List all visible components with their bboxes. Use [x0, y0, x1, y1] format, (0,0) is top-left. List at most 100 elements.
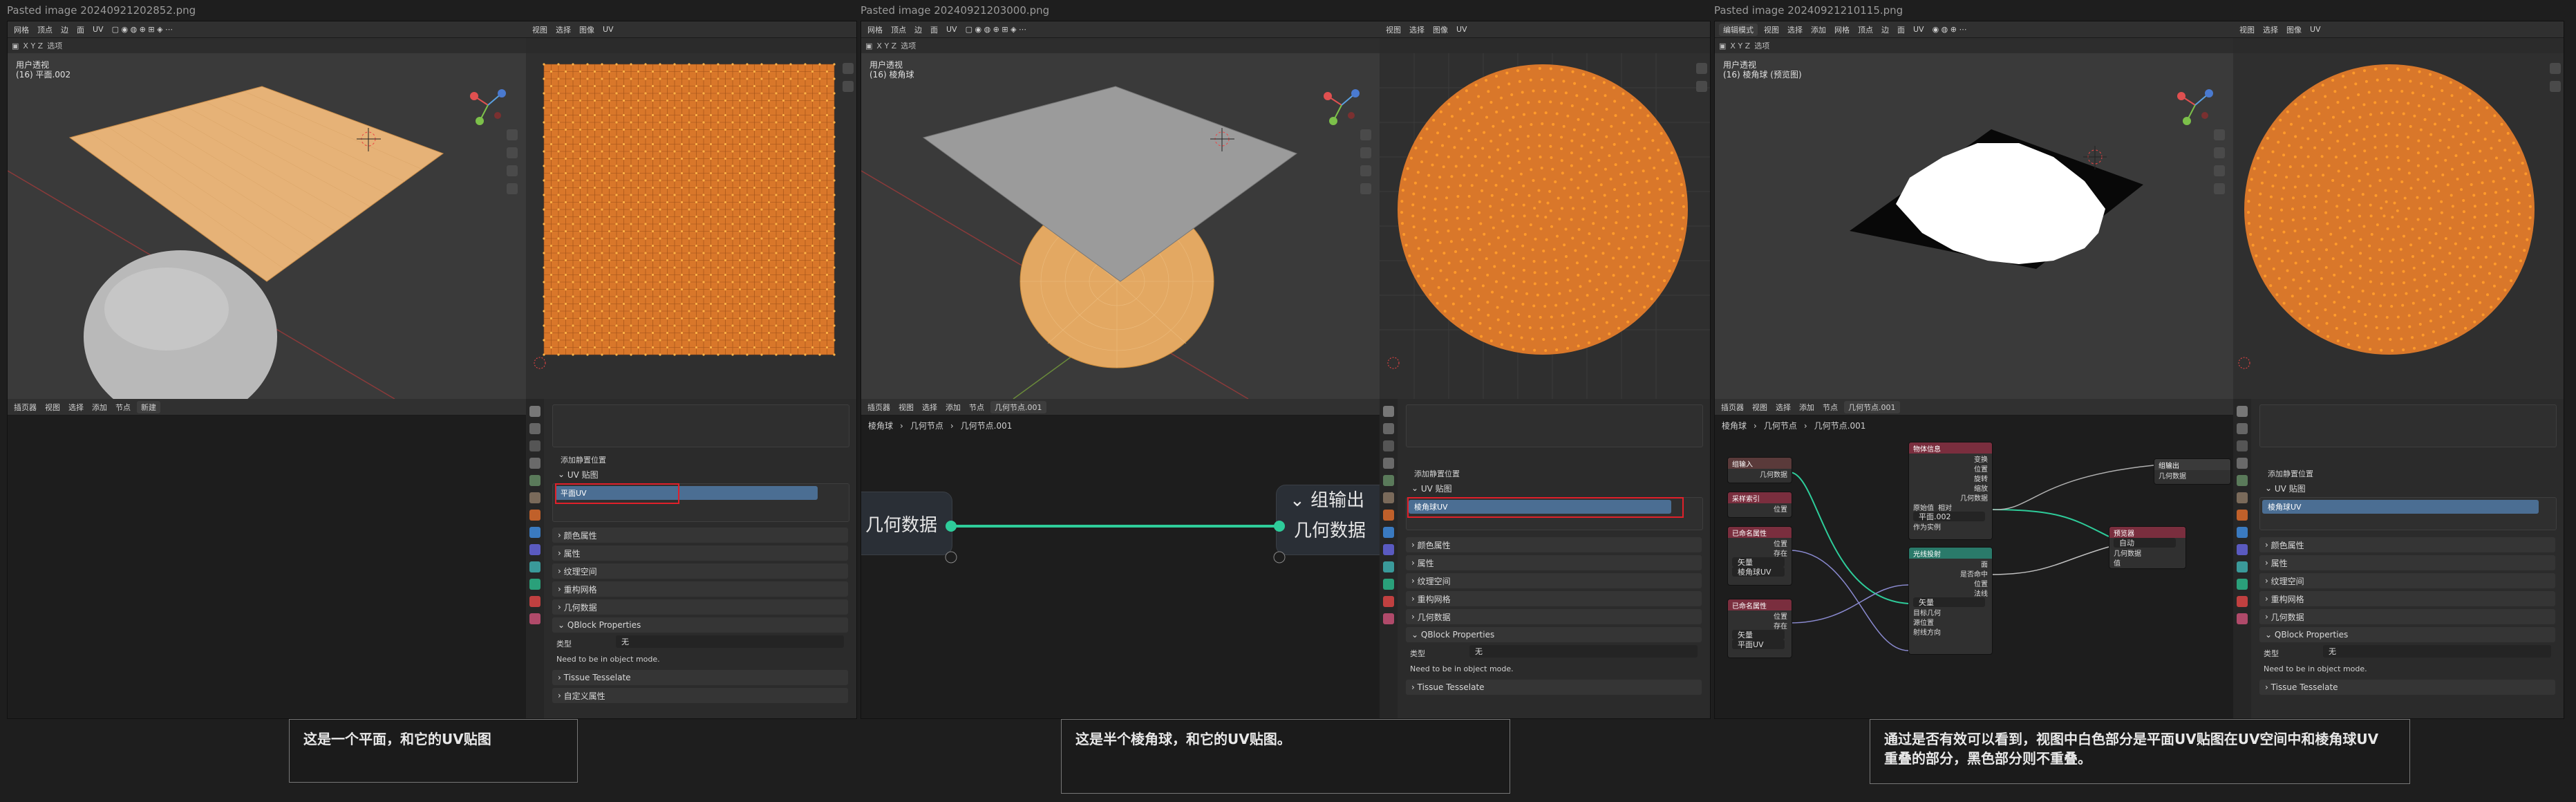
menu-uv[interactable]: UV	[944, 25, 959, 34]
attributes-section[interactable]: › 属性	[2259, 555, 2555, 570]
menu-select[interactable]: 选择	[66, 402, 86, 413]
menu-face[interactable]: 面	[1895, 24, 1907, 35]
menu-node[interactable]: 节点	[1821, 402, 1840, 413]
uv-nav-icons[interactable]	[840, 63, 856, 92]
uv-menu-uv[interactable]: UV	[601, 25, 616, 34]
qblock-section[interactable]: ⌄ QBlock Properties	[2259, 627, 2555, 642]
type-select[interactable]: 无	[1469, 645, 1698, 658]
add-rest-position[interactable]: 添加静置位置	[1414, 468, 1460, 479]
uv-menu-select[interactable]: 选择	[554, 24, 573, 35]
name-field[interactable]: 平面UV	[1732, 640, 1785, 649]
toolbar-icons[interactable]: ▢ ◉ ◍ ⊕ ⊞ ◈ ⋯	[963, 25, 1028, 34]
texture-space-section[interactable]: › 纹理空间	[1406, 573, 1702, 588]
properties-tabs[interactable]	[1380, 399, 1398, 718]
uv-editor[interactable]	[2233, 53, 2564, 399]
geometry-node-editor[interactable]: 棱角球 › 几何节点 › 几何节点.001 组输入 几何数据 采样索引 位置 已…	[1715, 416, 2233, 718]
menu-add[interactable]: 添加	[943, 402, 963, 413]
axis-xyz[interactable]: X Y Z	[1730, 41, 1750, 50]
menu-edge[interactable]: 边	[912, 24, 924, 35]
uv-maps-section[interactable]: ⌄ UV 贴图	[1406, 481, 1702, 496]
editor-type[interactable]: 插页器	[12, 402, 39, 413]
cursor-icon[interactable]: ▣	[1719, 41, 1726, 50]
geometry-node-editor[interactable]: 棱角球 › 几何节点 › 几何节点.001 几何数据 ⌄ 组输出 几何数据	[861, 416, 1380, 718]
options-dropdown[interactable]: 选项	[47, 40, 62, 51]
tissue-section[interactable]: › Tissue Tesselate	[1406, 680, 1702, 695]
menu-uv[interactable]: UV	[91, 25, 106, 34]
uv-maps-section[interactable]: ⌄ UV 贴图	[552, 467, 848, 482]
texture-space-section[interactable]: › 纹理空间	[552, 563, 848, 579]
shape-keys-list[interactable]	[2259, 404, 2557, 447]
uv-menu-view[interactable]: 视图	[2237, 24, 2257, 35]
menu-face[interactable]: 面	[75, 24, 86, 35]
menu-uv[interactable]: UV	[1911, 25, 1926, 34]
shape-keys-list[interactable]	[1406, 404, 1703, 447]
remesh-section[interactable]: › 重构网格	[2259, 591, 2555, 606]
add-rest-position[interactable]: 添加静置位置	[2268, 468, 2313, 479]
options-dropdown[interactable]: 选项	[1754, 40, 1769, 51]
uv-menu-view[interactable]: 视图	[1384, 24, 1403, 35]
named-attribute-node-1[interactable]: 已命名属性 位置 存在 矢量 棱角球UV	[1727, 526, 1792, 586]
uv-menu-uv[interactable]: UV	[2308, 25, 2323, 34]
as-instance-checkbox[interactable]: 作为实例	[1909, 521, 1992, 532]
viewer-node[interactable]: 预览器 自动 几何数据 值	[2109, 526, 2186, 569]
uv-map-slot[interactable]: 棱角球UV	[2262, 500, 2539, 514]
menu-mesh[interactable]: 网格	[12, 24, 31, 35]
uv-menu-uv[interactable]: UV	[1454, 25, 1469, 34]
object-info-node[interactable]: 物体信息 变换 位置 旋转 缩放 几何数据 原始值 相对 平面.002 作为实例	[1908, 442, 1993, 540]
menu-select[interactable]: 选择	[1785, 24, 1805, 35]
name-field[interactable]: 棱角球UV	[1732, 567, 1785, 577]
editor-type[interactable]: 插页器	[1719, 402, 1746, 413]
menu-add[interactable]: 添加	[1809, 24, 1828, 35]
domain-select[interactable]: 自动	[2114, 538, 2176, 548]
menu-view[interactable]: 视图	[43, 402, 62, 413]
new-button[interactable]: 新建	[137, 400, 160, 413]
toolbar-icons[interactable]: ◉ ◍ ⊕ ⋯	[1930, 25, 1969, 34]
geometry-data-section[interactable]: › 几何数据	[2259, 609, 2555, 624]
group-output-node[interactable]: 组输出 几何数据	[2154, 458, 2231, 485]
menu-face[interactable]: 面	[928, 24, 940, 35]
type-select[interactable]: 无	[616, 635, 844, 648]
axis-xyz[interactable]: X Y Z	[876, 41, 896, 50]
cursor-icon[interactable]: ▣	[865, 41, 872, 50]
mode-select[interactable]: 矢量	[1913, 597, 1985, 607]
uv-menu-image[interactable]: 图像	[577, 24, 596, 35]
menu-add[interactable]: 添加	[1797, 402, 1816, 413]
remesh-section[interactable]: › 重构网格	[1406, 591, 1702, 606]
uv-menu-select[interactable]: 选择	[2261, 24, 2280, 35]
add-rest-position[interactable]: 添加静置位置	[561, 454, 606, 465]
options-dropdown[interactable]: 选项	[901, 40, 916, 51]
axis-xyz[interactable]: X Y Z	[23, 41, 43, 50]
custom-props-section[interactable]: › 自定义属性	[552, 688, 848, 703]
menu-edge[interactable]: 边	[1879, 24, 1891, 35]
menu-vertex[interactable]: 顶点	[35, 24, 55, 35]
viewport-nav-icons[interactable]	[1357, 129, 1374, 194]
geometry-data-section[interactable]: › 几何数据	[1406, 609, 1702, 624]
3d-viewport[interactable]: 用户透视 (16) 平面.002	[8, 53, 526, 399]
type-select[interactable]: 无	[2323, 645, 2551, 658]
uv-editor[interactable]	[526, 53, 856, 399]
menu-vertex[interactable]: 顶点	[889, 24, 908, 35]
uv-menu-image[interactable]: 图像	[2284, 24, 2304, 35]
cursor-icon[interactable]: ▣	[12, 41, 19, 50]
menu-select[interactable]: 选择	[920, 402, 939, 413]
uv-menu-select[interactable]: 选择	[1407, 24, 1427, 35]
viewport-nav-icons[interactable]	[504, 129, 520, 194]
group-input-node[interactable]: 组输入 几何数据	[1727, 457, 1792, 483]
color-attributes-section[interactable]: › 颜色属性	[552, 528, 848, 543]
attributes-section[interactable]: › 属性	[1406, 555, 1702, 570]
type-select[interactable]: 矢量	[1732, 557, 1785, 567]
raycast-node[interactable]: 光线投射 面 是否命中 位置 法线 矢量 目标几何 源位置 射线方向	[1908, 547, 1993, 655]
properties-tabs[interactable]	[2233, 399, 2251, 718]
uv-menu-image[interactable]: 图像	[1431, 24, 1450, 35]
node-tree-selector[interactable]: 几何节点.001	[990, 400, 1046, 413]
named-attribute-node-2[interactable]: 已命名属性 位置 存在 矢量 平面UV	[1727, 599, 1792, 658]
uv-maps-section[interactable]: ⌄ UV 贴图	[2259, 481, 2555, 496]
properties-tabs[interactable]	[526, 399, 544, 718]
menu-view[interactable]: 视图	[1762, 24, 1781, 35]
uv-editor[interactable]	[1380, 53, 1710, 399]
tissue-section[interactable]: › Tissue Tesselate	[2259, 680, 2555, 695]
menu-mesh[interactable]: 网格	[865, 24, 885, 35]
object-field[interactable]: 平面.002	[1913, 512, 1985, 521]
geometry-data-section[interactable]: › 几何数据	[552, 599, 848, 615]
mode-select[interactable]: 编辑模式	[1719, 23, 1758, 36]
